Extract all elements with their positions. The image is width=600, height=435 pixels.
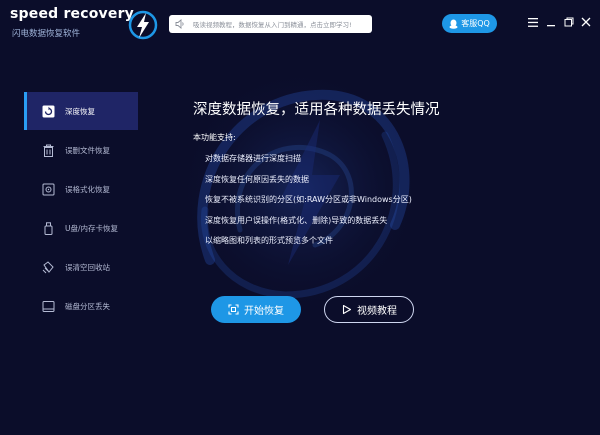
speaker-icon [175,19,184,29]
list-item: 以缩略图和列表的形式预览多个文件 [205,236,333,245]
sidebar-item-partition-lost[interactable]: 磁盘分区丢失 [24,287,138,325]
customer-service-qq-button[interactable]: 客服QQ [442,14,497,33]
support-heading: 本功能支持: [193,133,236,142]
sidebar-item-label: U盘/内存卡恢复 [65,223,119,233]
list-item: 对数据存储器进行深度扫描 [205,154,301,163]
recycle-bin-icon [42,260,54,273]
menu-button[interactable] [525,14,541,30]
sidebar-item-usb-card[interactable]: U盘/内存卡恢复 [24,209,138,247]
trash-icon [43,144,54,157]
close-icon [581,17,591,27]
video-tutorial-button[interactable]: 视频教程 [324,296,414,323]
notice-text: 吸读视频教程，数据恢复从入门到精通，点击立即学习! [193,21,352,29]
start-recovery-button[interactable]: 开始恢复 [211,296,301,323]
sidebar: 深度恢复 误删文件恢复 误格式化恢复 U盘/内存卡恢复 误清空回收站 磁盘分区丢… [24,92,138,326]
list-item: 深度恢复任何原因丢失的数据 [205,174,309,184]
qq-penguin-icon [449,19,458,29]
sidebar-item-label: 误删文件恢复 [65,145,110,155]
logo-subtitle: 闪电数据恢复软件 [12,29,81,39]
page-title: 深度数据恢复，适用各种数据丢失情况 [193,102,440,118]
usb-drive-icon [44,221,53,235]
title-bar: speed recovery 闪电数据恢复软件 吸读视频教程，数据恢复从入门到精… [0,0,600,50]
restore-icon [564,17,574,27]
sidebar-item-recycle-bin[interactable]: 误清空回收站 [24,248,138,286]
app-logo: speed recovery 闪电数据恢复软件 [10,6,158,46]
deep-recovery-icon [42,105,55,117]
sidebar-item-label: 误清空回收站 [65,262,110,272]
start-recovery-label: 开始恢复 [244,306,284,317]
qq-button-label: 客服QQ [461,19,490,28]
list-item: 深度恢复用户误操作(格式化、删除)导致的数据丢失 [205,215,388,225]
lightning-logo-icon [128,10,158,40]
disk-partition-icon [42,300,55,312]
sidebar-item-label: 深度恢复 [65,106,95,116]
sidebar-item-deep-recovery[interactable]: 深度恢复 [24,92,138,130]
logo-title: speed recovery [10,6,135,22]
restore-button[interactable] [561,14,577,30]
format-disk-icon [42,183,55,195]
minimize-button[interactable] [543,14,559,30]
list-item: 恢复不被系统识别的分区(如:RAW分区或非Windows分区) [205,195,412,204]
menu-icon [528,17,538,27]
minimize-icon [547,25,555,27]
sidebar-item-label: 误格式化恢复 [65,184,110,194]
notice-bar[interactable]: 吸读视频教程，数据恢复从入门到精通，点击立即学习! [169,15,372,33]
sidebar-item-deleted-files[interactable]: 误删文件恢复 [24,131,138,169]
sidebar-item-format-recovery[interactable]: 误格式化恢复 [24,170,138,208]
play-icon [342,304,352,315]
feature-list: 对数据存储器进行深度扫描 深度恢复任何原因丢失的数据 恢复不被系统识别的分区(如… [205,152,412,255]
sidebar-item-label: 磁盘分区丢失 [65,301,110,311]
close-button[interactable] [578,14,594,30]
video-tutorial-label: 视频教程 [357,306,397,317]
scan-icon [228,304,239,315]
